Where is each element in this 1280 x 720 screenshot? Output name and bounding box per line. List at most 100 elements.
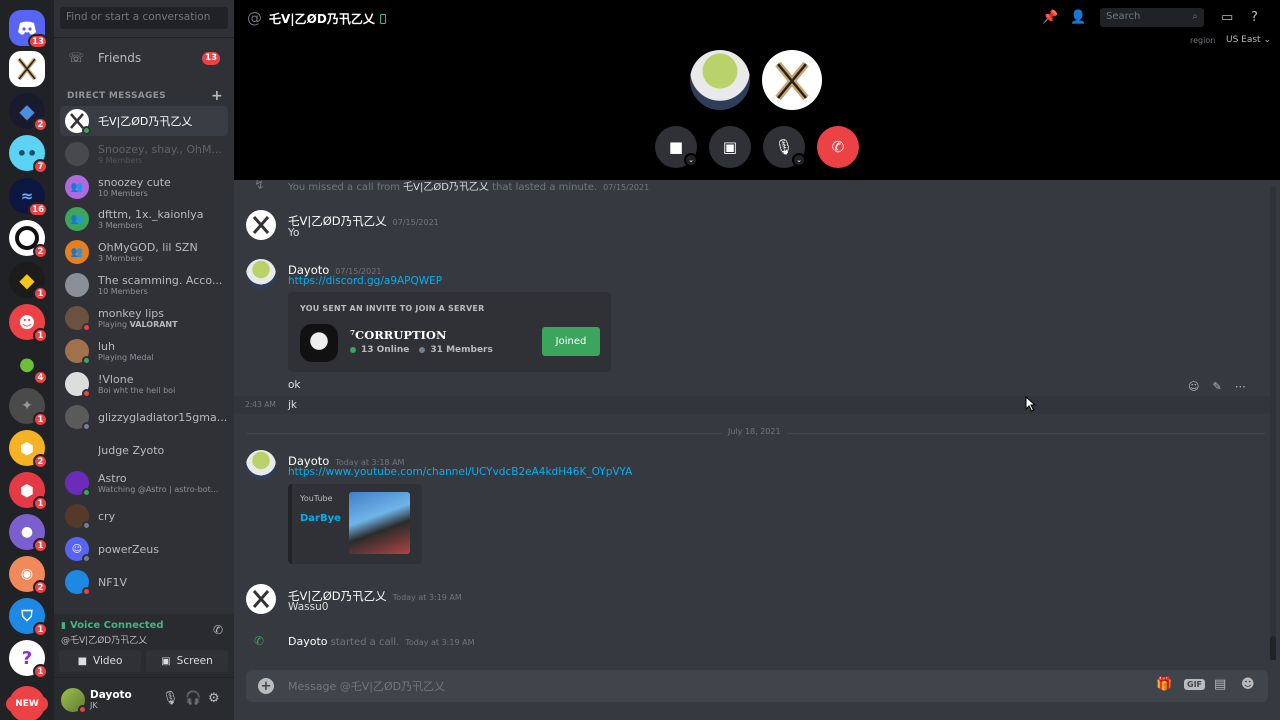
- server-question-icon[interactable]: ? 1: [9, 640, 48, 679]
- invite-link[interactable]: https://discord.gg/a9APQWEP: [288, 275, 442, 287]
- message-avatar[interactable]: [246, 584, 276, 614]
- create-dm-plus-icon[interactable]: +: [211, 88, 223, 104]
- status-offline-icon: [82, 521, 91, 530]
- more-options-icon[interactable]: ⋯: [1235, 380, 1246, 393]
- embed-title-link[interactable]: DarBye: [300, 513, 341, 524]
- server-ring-icon[interactable]: 2: [9, 220, 48, 259]
- screen-share-button[interactable]: ▣ Screen: [146, 650, 228, 672]
- add-friend-icon[interactable]: 👤: [1070, 10, 1086, 25]
- message-text: ok: [288, 379, 301, 391]
- dm-item[interactable]: luh Playing Medal: [60, 336, 228, 366]
- dm-item[interactable]: Astro Watching @Astro | astro-bot...: [60, 468, 228, 498]
- group-avatar: [65, 273, 89, 297]
- gift-icon[interactable]: 🎁: [1156, 677, 1172, 692]
- gif-button[interactable]: GIF: [1184, 679, 1206, 690]
- microphone-icon: 🎙: [774, 138, 794, 156]
- dm-avatar-icon[interactable]: [9, 51, 45, 87]
- status-dnd-icon: [82, 323, 91, 332]
- emoji-icon[interactable]: ☻: [1241, 677, 1255, 692]
- dm-item[interactable]: monkey lips Playing VALORANT: [60, 303, 228, 333]
- embed-thumbnail[interactable]: [349, 492, 410, 554]
- server-photo-icon[interactable]: ✦ 1: [9, 388, 48, 427]
- message-actions: ☺ ✎ ⋯: [1188, 380, 1246, 393]
- video-button[interactable]: ■ Video: [59, 650, 141, 672]
- microphone-icon[interactable]: 🎙: [162, 691, 179, 706]
- find-conversation-input[interactable]: Find or start a conversation: [60, 7, 228, 29]
- disconnect-call-icon[interactable]: ✆: [213, 623, 223, 637]
- main-panel: @ 乇V|乙ØD乃卂乙乂 📌 👤 Search ⌕ ▭ ? region US E…: [234, 0, 1280, 720]
- self-avatar[interactable]: [61, 688, 87, 714]
- message-text: Yo: [288, 227, 300, 239]
- share-screen-button[interactable]: ▣: [709, 126, 751, 168]
- dm-list: 乇V|乙ØD乃卂乙乂 Snoozey, shay., OhM... 9 Membe…: [60, 106, 228, 610]
- message-avatar[interactable]: [246, 210, 276, 240]
- user-avatar: [65, 372, 91, 398]
- message-input[interactable]: Message @乇V|乙ØD乃卂乙乂: [288, 678, 445, 694]
- dm-item[interactable]: 乇V|乙ØD乃卂乙乂: [60, 106, 228, 136]
- leave-call-button[interactable]: ✆: [817, 126, 859, 168]
- server-turtle-icon[interactable]: ● 4: [9, 346, 48, 385]
- dm-item[interactable]: Judge Zyoto: [60, 435, 228, 465]
- message-avatar[interactable]: [246, 450, 276, 480]
- status-offline-icon: [82, 554, 91, 563]
- toggle-camera-button[interactable]: ■ ⌄: [655, 126, 698, 168]
- hovered-message-row[interactable]: [234, 396, 1270, 414]
- scrollbar-thumb[interactable]: [1270, 636, 1276, 660]
- header-search-input[interactable]: Search ⌕: [1100, 8, 1204, 27]
- friends-nav-item[interactable]: ☏ Friends 13: [60, 46, 228, 70]
- region-select[interactable]: US East ⌄: [1226, 35, 1271, 45]
- camera-icon: ■: [668, 138, 684, 156]
- invite-server-name: ⁷CORRUPTION: [350, 328, 447, 342]
- youtube-link[interactable]: https://www.youtube.com/channel/UCYvdcB2…: [288, 466, 632, 478]
- dm-item[interactable]: 👥 snoozey cute 10 Members: [60, 172, 228, 202]
- server-smiley-icon[interactable]: •• 7: [9, 135, 48, 174]
- chevron-down-icon[interactable]: ⌄: [684, 153, 698, 167]
- server-rail: 13 ◆ 2 •• 7 ≈16 2 ◆ 1 ☻ 1 ● 4 ✦ 1 ⬢ 2 ⬢ 1 ● 1 ◉ 2 …: [0, 0, 54, 720]
- message-avatar[interactable]: [246, 259, 276, 289]
- settings-gear-icon[interactable]: ⚙: [208, 691, 220, 706]
- call-started-message: Dayoto started a call. Today at 3:19 AM: [288, 635, 475, 648]
- home-discord-icon[interactable]: 13: [9, 10, 48, 49]
- message-author[interactable]: 乇V|乙ØD乃卂乙乂: [288, 214, 387, 228]
- message-text: Wassu0: [288, 601, 329, 613]
- dm-item[interactable]: !Vlone Boi wht the hell boi: [60, 369, 228, 399]
- voice-connected-status[interactable]: ▮ Voice Connected: [61, 620, 164, 631]
- joined-button[interactable]: Joined: [542, 327, 600, 356]
- server-robot-icon[interactable]: ☻ 1: [9, 304, 48, 343]
- dm-item[interactable]: NF1V: [60, 567, 228, 597]
- add-reaction-icon[interactable]: ☺: [1188, 380, 1199, 393]
- server-hex-red-icon[interactable]: ⬢ 1: [9, 472, 48, 511]
- status-online-icon: [82, 488, 91, 497]
- dm-item[interactable]: glizzygladiator15gma...: [60, 402, 228, 432]
- server-blue-diamond-icon[interactable]: ◆ 2: [9, 93, 48, 132]
- pin-icon[interactable]: 📌: [1042, 10, 1058, 25]
- missed-call-icon: ↯: [254, 180, 265, 193]
- headphones-icon[interactable]: 🎧: [185, 691, 201, 706]
- server-purple-icon[interactable]: ● 1: [9, 514, 48, 553]
- friends-label: Friends: [98, 51, 142, 65]
- mute-button[interactable]: 🎙 ⌄: [763, 126, 806, 168]
- dm-item[interactable]: 👥 OhMyGOD, lil SZN 3 Members: [60, 237, 228, 267]
- server-hex-yellow-icon[interactable]: ⬢ 2: [9, 430, 48, 469]
- sticker-icon[interactable]: ▤: [1214, 677, 1226, 692]
- dm-item[interactable]: 👥 dfttm, 1x._kaionlya 3 Members: [60, 204, 228, 234]
- mouse-cursor-icon: [1025, 396, 1037, 412]
- help-icon[interactable]: ?: [1251, 10, 1258, 25]
- inbox-icon[interactable]: ▭: [1221, 10, 1233, 25]
- user-avatar: [65, 504, 91, 530]
- friends-badge: 13: [202, 51, 220, 65]
- group-avatar-icon: 👥: [65, 207, 89, 231]
- dm-item[interactable]: cry: [60, 501, 228, 531]
- dm-item[interactable]: ☺ powerZeus: [60, 534, 228, 564]
- group-avatar: [65, 142, 89, 166]
- server-shield-icon[interactable]: ⛉ 1: [9, 598, 48, 637]
- server-face-icon[interactable]: ◉ 2: [9, 556, 48, 595]
- upload-plus-icon[interactable]: +: [258, 678, 274, 694]
- dm-item[interactable]: Snoozey, shay., OhM... 9 Members: [60, 139, 228, 169]
- chevron-down-icon[interactable]: ⌄: [792, 153, 806, 167]
- edit-pencil-icon[interactable]: ✎: [1212, 380, 1221, 393]
- dm-item[interactable]: The scamming. Acco... 10 Members: [60, 270, 228, 300]
- scrollbar-track[interactable]: [1270, 186, 1276, 660]
- server-yellow-diamond-icon[interactable]: ◆ 1: [9, 262, 48, 301]
- server-s-icon[interactable]: ≈16: [9, 178, 48, 217]
